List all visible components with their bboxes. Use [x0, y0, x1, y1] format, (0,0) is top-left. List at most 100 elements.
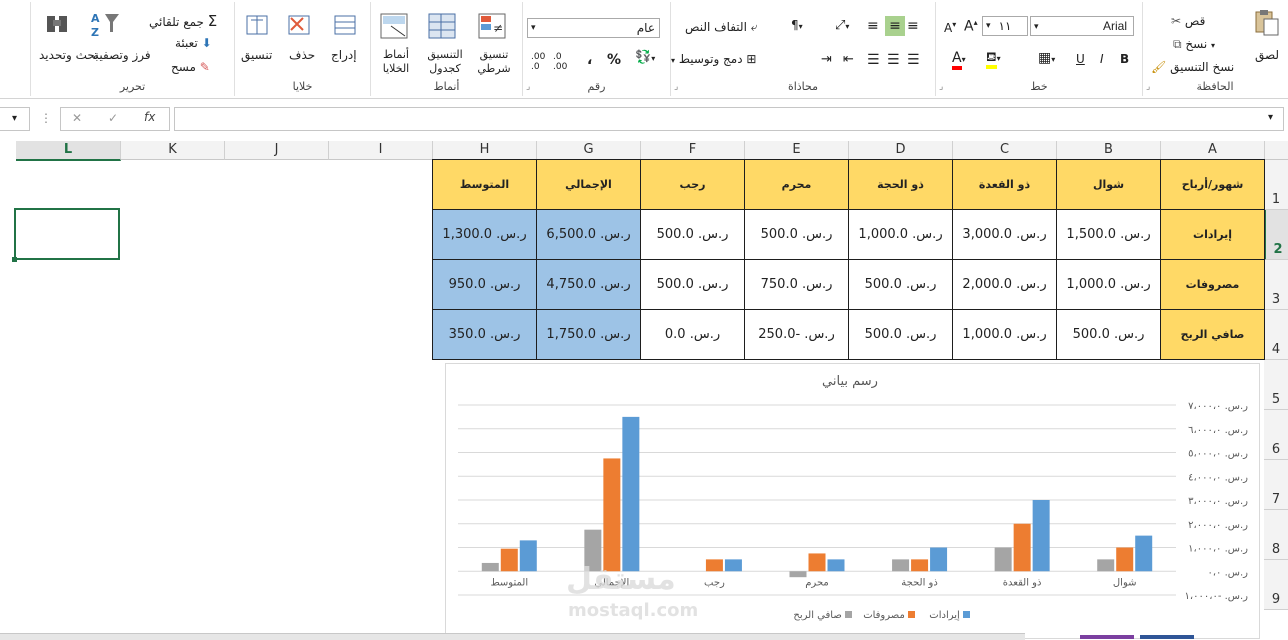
- align-center-icon[interactable]: ☰: [887, 52, 900, 68]
- decrease-decimal-icon[interactable]: .0.00: [553, 52, 567, 72]
- italic-button[interactable]: I: [1100, 52, 1104, 66]
- row-label-revenue[interactable]: إيرادات: [1160, 209, 1265, 260]
- sort-filter-button[interactable]: فرز وتصفية: [93, 48, 151, 62]
- column-header-K[interactable]: K: [121, 141, 225, 160]
- align-top-icon[interactable]: ≡: [907, 18, 919, 34]
- orientation-icon[interactable]: ⤢▾: [835, 18, 849, 33]
- table-cell[interactable]: ر.س. 500.0: [848, 309, 953, 360]
- selected-cell[interactable]: [14, 208, 120, 260]
- view-button[interactable]: [1080, 635, 1134, 639]
- table-cell[interactable]: ر.س. 1,000.0: [848, 209, 953, 260]
- table-cell[interactable]: ر.س. 500.0: [1056, 309, 1161, 360]
- align-middle-icon[interactable]: ≡: [885, 16, 905, 36]
- fill-handle[interactable]: [12, 257, 17, 262]
- fill-button[interactable]: تعبئة ⬇: [175, 36, 212, 50]
- copy-button[interactable]: ⧉ نسخ ▾: [1173, 37, 1215, 52]
- row-header-3[interactable]: 3: [1264, 260, 1288, 310]
- table-header-H[interactable]: المتوسط: [432, 159, 537, 210]
- insert-function-button[interactable]: fx: [144, 110, 155, 124]
- percent-button[interactable]: %: [607, 52, 621, 68]
- table-cell[interactable]: ر.س. 750.0: [744, 259, 849, 310]
- increase-decimal-icon[interactable]: .00.0: [531, 52, 545, 72]
- format-table-button[interactable]: التنسيق كجدول: [421, 48, 469, 76]
- row-header-6[interactable]: 6: [1264, 410, 1288, 460]
- column-header-E[interactable]: E: [745, 141, 849, 160]
- row-header-9[interactable]: 9: [1264, 560, 1288, 610]
- confirm-entry-button[interactable]: ✓: [108, 111, 118, 125]
- merge-center-button[interactable]: ▾ دمج وتوسيط ⊞: [671, 52, 756, 66]
- dialog-launcher-icon[interactable]: ⌟: [674, 82, 678, 92]
- row-header-1[interactable]: 1: [1264, 160, 1288, 210]
- autosum-button[interactable]: جمع تلقائي Σ: [149, 12, 217, 30]
- table-cell-total[interactable]: ر.س. 6,500.0: [536, 209, 641, 260]
- underline-button[interactable]: U: [1076, 52, 1085, 66]
- column-header-F[interactable]: F: [641, 141, 745, 160]
- table-header-A[interactable]: شهور/أرباح: [1160, 159, 1265, 210]
- cell-styles-button[interactable]: أنماط الخلايا: [373, 48, 419, 76]
- table-cell-average[interactable]: ر.س. 1,300.0: [432, 209, 537, 260]
- rtl-icon[interactable]: ¶▾: [791, 18, 803, 32]
- row-label-expenses[interactable]: مصروفات: [1160, 259, 1265, 310]
- wrap-text-button[interactable]: التفاف النص ⤶: [685, 20, 757, 35]
- column-header-J[interactable]: J: [225, 141, 329, 160]
- find-select-button[interactable]: بحث وتحديد: [39, 48, 99, 62]
- align-right-icon[interactable]: ☰: [907, 52, 920, 68]
- table-header-D[interactable]: ذو الحجة: [848, 159, 953, 210]
- cut-button[interactable]: ✂ قص: [1171, 14, 1205, 28]
- view-button[interactable]: [1140, 635, 1194, 639]
- table-cell[interactable]: ر.س. 3,000.0: [952, 209, 1057, 260]
- column-header-A[interactable]: A: [1161, 141, 1265, 160]
- chevron-down-icon[interactable]: ▾: [1268, 112, 1273, 123]
- cancel-entry-button[interactable]: ✕: [72, 111, 82, 125]
- chart-legend[interactable]: إيرادات مصروفات صافي الربح: [770, 610, 970, 624]
- table-cell-total[interactable]: ر.س. 1,750.0: [536, 309, 641, 360]
- format-painter-button[interactable]: 🖌 نسخ التنسيق: [1151, 60, 1234, 74]
- table-cell[interactable]: ر.س. -250.0: [744, 309, 849, 360]
- select-all-corner[interactable]: [1265, 141, 1288, 160]
- table-cell[interactable]: ر.س. 1,000.0: [1056, 259, 1161, 310]
- table-cell[interactable]: ر.س. 2,000.0: [952, 259, 1057, 310]
- insert-cells-button[interactable]: إدراج: [331, 48, 357, 62]
- table-cell[interactable]: ر.س. 500.0: [744, 209, 849, 260]
- column-header-C[interactable]: C: [953, 141, 1057, 160]
- indent-icon[interactable]: ⇤: [843, 52, 854, 67]
- delete-cells-button[interactable]: حذف: [289, 48, 315, 62]
- fill-color-icon[interactable]: ⛾▾: [986, 50, 1001, 69]
- table-cell[interactable]: ر.س. 500.0: [640, 259, 745, 310]
- shrink-font-icon[interactable]: A▾: [944, 20, 956, 35]
- column-header-G[interactable]: G: [537, 141, 641, 160]
- grow-font-icon[interactable]: A▴: [964, 18, 978, 35]
- table-cell-total[interactable]: ر.س. 4,750.0: [536, 259, 641, 310]
- row-header-2[interactable]: 2: [1264, 210, 1288, 260]
- chart-area[interactable]: [445, 363, 1260, 639]
- number-format-select[interactable]: ▾ عام: [527, 18, 660, 38]
- table-cell[interactable]: ر.س. 500.0: [848, 259, 953, 310]
- format-cells-button[interactable]: تنسيق: [241, 48, 272, 62]
- bold-button[interactable]: B: [1120, 52, 1129, 66]
- chart-title[interactable]: رسم بياني: [790, 374, 910, 389]
- table-header-E[interactable]: محرم: [744, 159, 849, 210]
- column-header-L[interactable]: L: [16, 141, 121, 161]
- currency-icon[interactable]: 💱▾: [635, 50, 655, 65]
- paste-button[interactable]: لصق: [1255, 48, 1279, 62]
- font-size-select[interactable]: ▾ ١١: [982, 16, 1028, 36]
- table-cell[interactable]: ر.س. 0.0: [640, 309, 745, 360]
- table-cell[interactable]: ر.س. 500.0: [640, 209, 745, 260]
- font-color-icon[interactable]: A▾: [952, 50, 966, 70]
- table-cell[interactable]: ر.س. 1,000.0: [952, 309, 1057, 360]
- font-name-select[interactable]: ▾ Arial: [1030, 16, 1134, 36]
- table-cell-average[interactable]: ر.س. 350.0: [432, 309, 537, 360]
- column-header-D[interactable]: D: [849, 141, 953, 160]
- row-header-8[interactable]: 8: [1264, 510, 1288, 560]
- column-header-B[interactable]: B: [1057, 141, 1161, 160]
- row-header-4[interactable]: 4: [1264, 310, 1288, 360]
- align-bottom-icon[interactable]: ≡: [867, 18, 879, 34]
- conditional-format-button[interactable]: تنسيق شرطي: [471, 48, 517, 76]
- align-left-icon[interactable]: ☰: [867, 52, 880, 68]
- column-header-I[interactable]: I: [329, 141, 433, 160]
- row-label-net-profit[interactable]: صافي الربح: [1160, 309, 1265, 360]
- table-header-G[interactable]: الإجمالي: [536, 159, 641, 210]
- comma-button[interactable]: ،: [587, 52, 592, 68]
- table-cell[interactable]: ر.س. 1,500.0: [1056, 209, 1161, 260]
- name-box-dropdown[interactable]: ▾: [0, 107, 30, 131]
